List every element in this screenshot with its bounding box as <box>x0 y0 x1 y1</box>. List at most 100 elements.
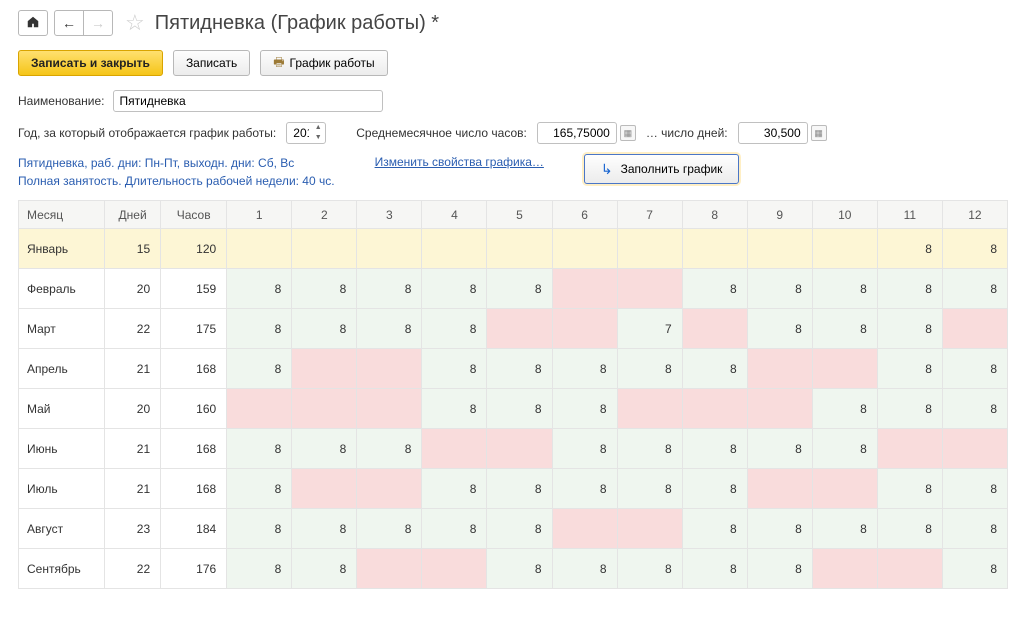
hours-cell[interactable]: 120 <box>161 229 227 269</box>
month-cell[interactable]: Сентябрь <box>19 549 105 589</box>
col-d7[interactable]: 7 <box>617 201 682 229</box>
day-cell[interactable]: 8 <box>877 389 942 429</box>
day-cell[interactable]: 8 <box>422 469 487 509</box>
day-cell[interactable]: 8 <box>487 549 552 589</box>
days-cell[interactable]: 21 <box>105 429 161 469</box>
day-cell[interactable]: 8 <box>487 389 552 429</box>
table-row[interactable]: Июнь2116888888888 <box>19 429 1008 469</box>
day-cell[interactable]: 8 <box>747 429 812 469</box>
favorite-star-icon[interactable]: ☆ <box>125 10 145 36</box>
month-cell[interactable]: Апрель <box>19 349 105 389</box>
days-cell[interactable]: 15 <box>105 229 161 269</box>
day-cell[interactable] <box>292 349 357 389</box>
day-cell[interactable]: 8 <box>682 349 747 389</box>
month-cell[interactable]: Февраль <box>19 269 105 309</box>
day-cell[interactable]: 8 <box>292 549 357 589</box>
day-cell[interactable]: 8 <box>812 269 877 309</box>
day-cell[interactable] <box>227 389 292 429</box>
day-cell[interactable]: 8 <box>942 349 1007 389</box>
day-cell[interactable] <box>487 309 552 349</box>
days-cell[interactable]: 20 <box>105 269 161 309</box>
hours-cell[interactable]: 168 <box>161 349 227 389</box>
col-d11[interactable]: 11 <box>877 201 942 229</box>
days-cell[interactable]: 21 <box>105 469 161 509</box>
nav-back-button[interactable]: ← <box>54 10 84 36</box>
day-cell[interactable] <box>617 269 682 309</box>
day-cell[interactable]: 8 <box>877 349 942 389</box>
day-cell[interactable]: 8 <box>292 509 357 549</box>
day-cell[interactable]: 8 <box>227 269 292 309</box>
avg-hours-input[interactable] <box>537 122 617 144</box>
day-cell[interactable] <box>747 349 812 389</box>
day-cell[interactable] <box>552 309 617 349</box>
day-cell[interactable]: 8 <box>682 549 747 589</box>
col-d5[interactable]: 5 <box>487 201 552 229</box>
day-cell[interactable]: 8 <box>682 269 747 309</box>
col-month[interactable]: Месяц <box>19 201 105 229</box>
day-cell[interactable] <box>292 469 357 509</box>
day-cell[interactable] <box>552 509 617 549</box>
day-cell[interactable] <box>227 229 292 269</box>
calculator-icon[interactable]: ▦ <box>811 125 827 141</box>
hours-cell[interactable]: 159 <box>161 269 227 309</box>
save-and-close-button[interactable]: Записать и закрыть <box>18 50 163 76</box>
table-row[interactable]: Июль2116888888888 <box>19 469 1008 509</box>
day-cell[interactable]: 8 <box>357 429 422 469</box>
col-d10[interactable]: 10 <box>812 201 877 229</box>
day-cell[interactable] <box>422 229 487 269</box>
day-cell[interactable]: 8 <box>877 509 942 549</box>
day-cell[interactable]: 8 <box>877 269 942 309</box>
day-cell[interactable]: 8 <box>227 429 292 469</box>
day-cell[interactable] <box>357 549 422 589</box>
day-cell[interactable]: 8 <box>812 389 877 429</box>
day-cell[interactable] <box>552 229 617 269</box>
day-cell[interactable]: 8 <box>487 469 552 509</box>
day-cell[interactable] <box>812 469 877 509</box>
col-d1[interactable]: 1 <box>227 201 292 229</box>
day-cell[interactable]: 8 <box>487 349 552 389</box>
day-cell[interactable] <box>877 549 942 589</box>
schedule-button[interactable]: 🖶 График работы <box>260 50 387 76</box>
days-cell[interactable]: 20 <box>105 389 161 429</box>
col-d9[interactable]: 9 <box>747 201 812 229</box>
day-cell[interactable]: 8 <box>422 349 487 389</box>
month-cell[interactable]: Январь <box>19 229 105 269</box>
day-cell[interactable]: 8 <box>227 309 292 349</box>
day-cell[interactable]: 8 <box>877 469 942 509</box>
day-cell[interactable] <box>747 469 812 509</box>
name-input[interactable] <box>113 90 383 112</box>
day-cell[interactable] <box>617 229 682 269</box>
month-cell[interactable]: Июль <box>19 469 105 509</box>
day-cell[interactable]: 8 <box>812 509 877 549</box>
day-cell[interactable] <box>292 229 357 269</box>
days-cell[interactable]: 21 <box>105 349 161 389</box>
day-cell[interactable] <box>682 309 747 349</box>
day-cell[interactable]: 8 <box>747 509 812 549</box>
hours-cell[interactable]: 168 <box>161 469 227 509</box>
days-cell[interactable]: 23 <box>105 509 161 549</box>
day-cell[interactable]: 8 <box>682 429 747 469</box>
day-cell[interactable]: 8 <box>682 469 747 509</box>
day-cell[interactable] <box>552 269 617 309</box>
table-row[interactable]: Май20160888888 <box>19 389 1008 429</box>
day-cell[interactable]: 8 <box>357 309 422 349</box>
col-d3[interactable]: 3 <box>357 201 422 229</box>
year-up-icon[interactable]: ▲ <box>312 123 324 133</box>
day-cell[interactable]: 8 <box>682 509 747 549</box>
day-cell[interactable]: 8 <box>422 509 487 549</box>
day-cell[interactable] <box>682 229 747 269</box>
table-row[interactable]: Август231848888888888 <box>19 509 1008 549</box>
day-cell[interactable] <box>357 229 422 269</box>
day-cell[interactable]: 7 <box>617 309 682 349</box>
table-row[interactable]: Январь1512088 <box>19 229 1008 269</box>
table-row[interactable]: Март2217588887888 <box>19 309 1008 349</box>
day-cell[interactable]: 8 <box>552 429 617 469</box>
day-cell[interactable]: 8 <box>942 509 1007 549</box>
hours-cell[interactable]: 176 <box>161 549 227 589</box>
day-cell[interactable]: 8 <box>617 349 682 389</box>
col-d2[interactable]: 2 <box>292 201 357 229</box>
day-cell[interactable] <box>812 549 877 589</box>
day-cell[interactable]: 8 <box>357 269 422 309</box>
day-cell[interactable] <box>357 389 422 429</box>
month-cell[interactable]: Август <box>19 509 105 549</box>
